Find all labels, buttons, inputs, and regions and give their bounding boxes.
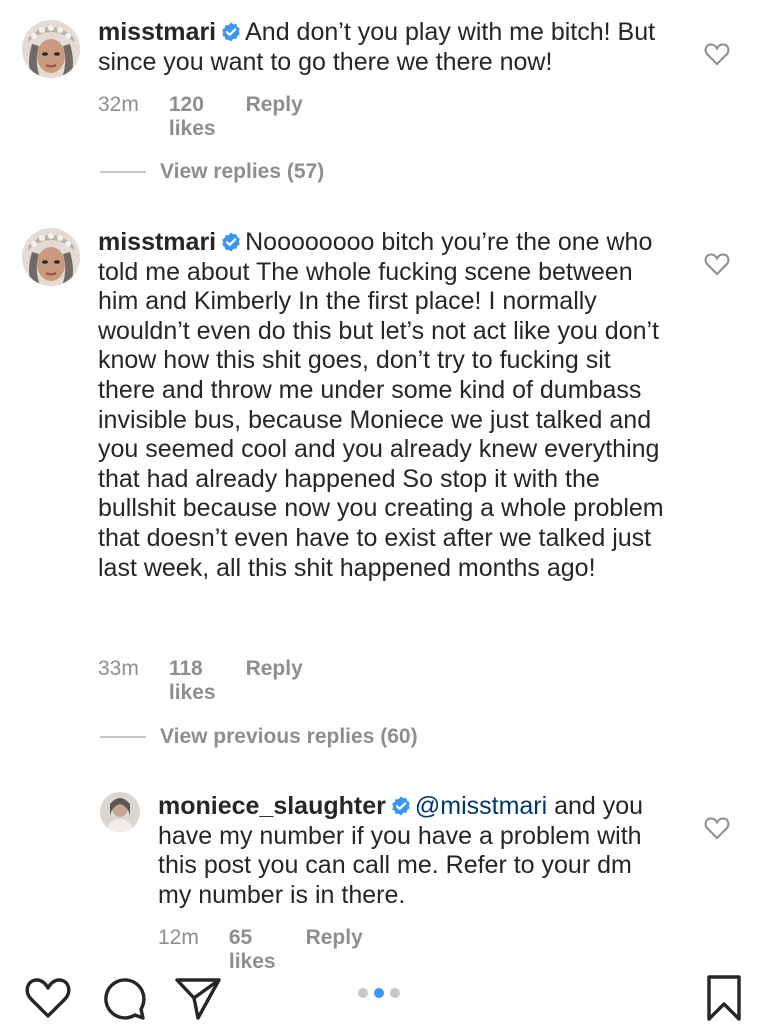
verified-badge-icon	[221, 22, 241, 42]
comment-text: misstmari And don’t you play with me bitc…	[98, 18, 683, 77]
comment-time: 33m	[98, 657, 139, 680]
reply-time: 12m	[158, 926, 199, 949]
reply-username[interactable]: moniece_slaughter	[158, 792, 386, 820]
verified-badge-icon	[391, 796, 411, 816]
carousel-dots	[358, 988, 400, 998]
bookmark-icon[interactable]	[706, 974, 742, 1022]
verified-badge-icon	[221, 232, 241, 252]
heart-icon[interactable]	[24, 976, 72, 1020]
divider-line	[100, 736, 146, 738]
carousel-dot	[390, 988, 400, 998]
comment-likes[interactable]: 120 likes	[169, 93, 216, 141]
like-heart-icon[interactable]	[704, 42, 730, 66]
divider-line	[100, 171, 146, 173]
carousel-dot-active	[374, 988, 384, 998]
comment-icon[interactable]	[102, 976, 148, 1022]
reply-button[interactable]: Reply	[246, 93, 303, 117]
avatar[interactable]	[100, 792, 140, 832]
comment-meta: 32m 120 likes Reply	[98, 93, 303, 141]
reply-text: moniece_slaughter @misstmari and you have…	[158, 792, 658, 910]
view-replies-label: View previous replies (60)	[160, 725, 418, 748]
avatar[interactable]	[22, 20, 80, 78]
like-heart-icon[interactable]	[704, 252, 730, 276]
share-icon[interactable]	[174, 976, 222, 1022]
view-replies-button[interactable]: View replies (57)	[100, 160, 324, 184]
comment-body: Noooooooo bitch you’re the one who told …	[98, 228, 664, 582]
avatar[interactable]	[22, 228, 80, 286]
view-previous-replies-button[interactable]: View previous replies (60)	[100, 725, 418, 749]
comment-text: misstmari Noooooooo bitch you’re the one …	[98, 228, 673, 583]
mention-link[interactable]: @misstmari	[415, 792, 547, 820]
comment-username[interactable]: misstmari	[98, 18, 216, 46]
comment-time: 32m	[98, 93, 139, 116]
reply-button[interactable]: Reply	[306, 926, 363, 950]
comment-username[interactable]: misstmari	[98, 228, 216, 256]
like-heart-icon[interactable]	[704, 816, 730, 840]
comment-meta: 33m 118 likes Reply	[98, 657, 303, 705]
comment-likes[interactable]: 118 likes	[169, 657, 216, 705]
carousel-dot	[358, 988, 368, 998]
view-replies-label: View replies (57)	[160, 160, 325, 183]
reply-button[interactable]: Reply	[246, 657, 303, 681]
